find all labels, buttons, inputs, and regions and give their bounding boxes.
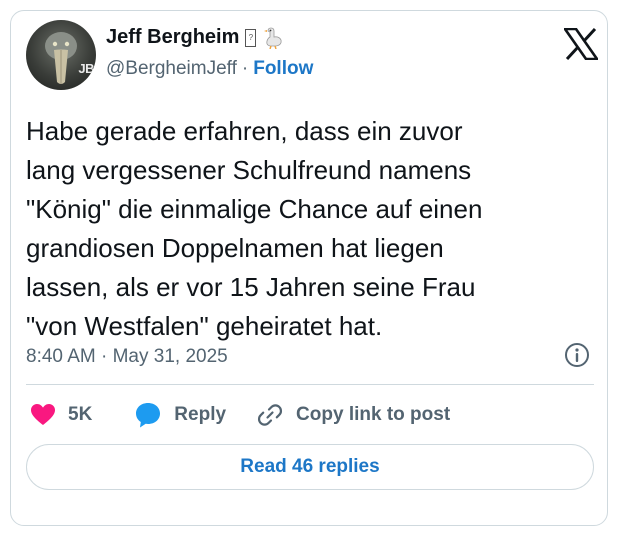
like-button[interactable]: 5K xyxy=(30,403,92,427)
speech-bubble-icon xyxy=(136,403,161,428)
link-icon xyxy=(258,404,283,426)
unknown-glyph: ? xyxy=(245,28,257,47)
author-display-name[interactable]: Jeff Bergheim xyxy=(106,26,239,49)
like-count: 5K xyxy=(68,404,93,425)
tweet-timestamp[interactable]: 8:40 AM · May 31, 2025 xyxy=(26,346,228,368)
tweet-time: 8:40 AM xyxy=(26,346,96,367)
tweet-date: May 31, 2025 xyxy=(112,346,228,367)
copy-link-label: Copy link to post xyxy=(296,404,451,425)
divider xyxy=(26,384,594,385)
copy-link-button[interactable]: Copy link to post xyxy=(256,401,450,429)
goose-icon xyxy=(264,27,282,49)
read-replies-button[interactable]: Read 46 replies xyxy=(26,444,594,490)
author-handle[interactable]: @BergheimJeff xyxy=(106,58,237,80)
author-handle-row: @BergheimJeff · Follow xyxy=(106,58,313,80)
tweet-text: Habe gerade erfahren, dass ein zuvor lan… xyxy=(26,116,483,341)
read-replies-label: Read 46 replies xyxy=(240,456,380,477)
handle-separator: · xyxy=(241,58,249,79)
follow-button[interactable]: Follow xyxy=(253,58,313,80)
avatar-initials: JB xyxy=(78,61,94,76)
reply-button[interactable]: Reply xyxy=(134,401,226,429)
x-logo-icon[interactable] xyxy=(564,28,598,60)
heart-icon xyxy=(31,404,55,425)
avatar[interactable]: JB xyxy=(26,20,96,90)
tweet-actions: 5K Reply Copy link to post xyxy=(30,400,450,430)
info-icon[interactable] xyxy=(564,342,590,368)
timestamp-separator: · xyxy=(101,346,108,367)
author-name-row: Jeff Bergheim ? xyxy=(106,26,284,49)
reply-label: Reply xyxy=(174,404,227,425)
